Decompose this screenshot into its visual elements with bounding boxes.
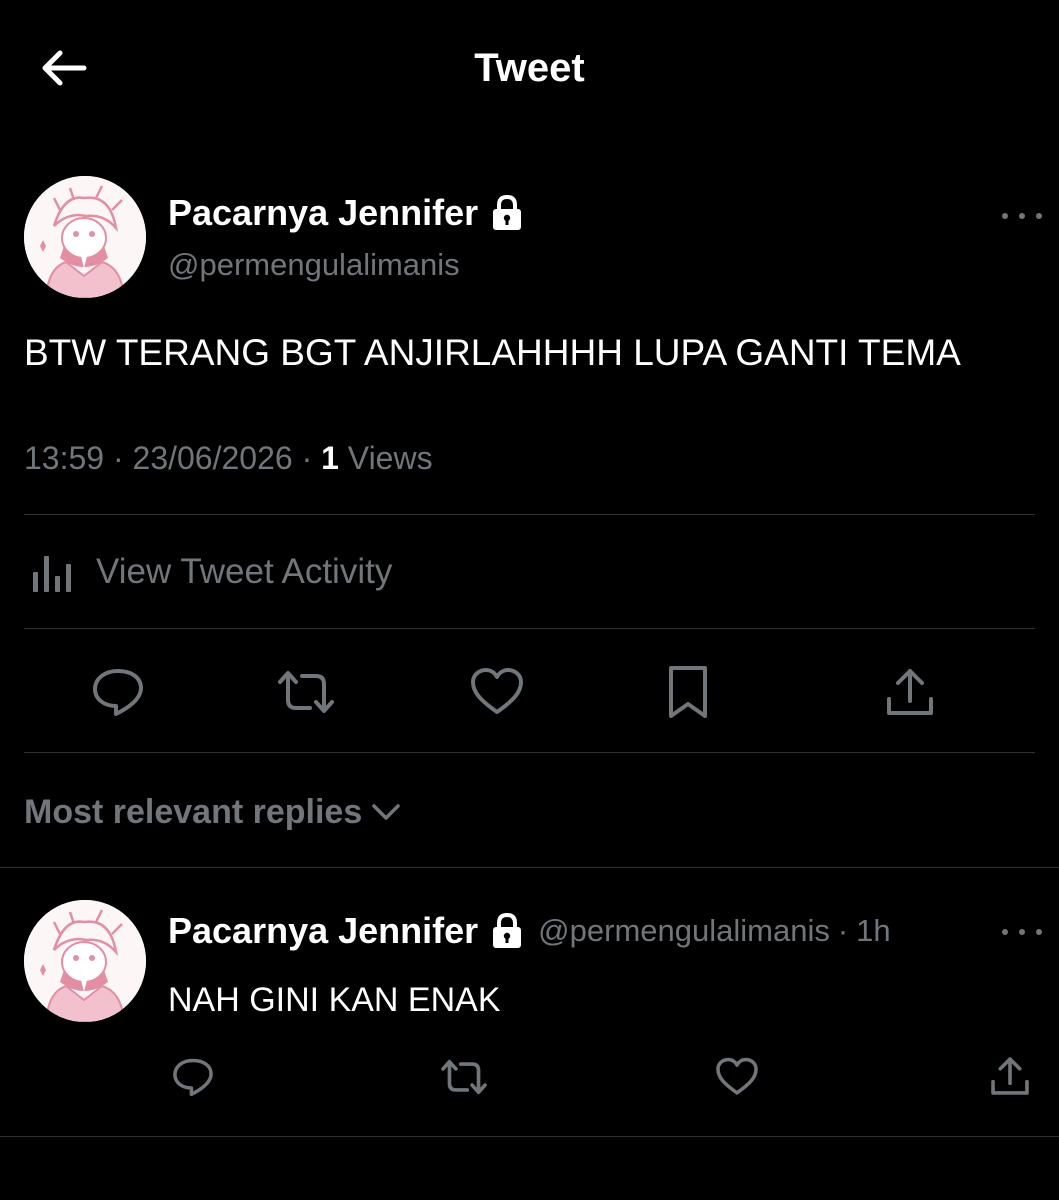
author-name[interactable]: Pacarnya Jennifer (168, 190, 478, 236)
meta-separator: · (112, 440, 133, 476)
reply-avatar[interactable] (24, 900, 146, 1022)
avatar-image (24, 176, 146, 298)
dot (1002, 213, 1008, 219)
bookmark-button[interactable] (660, 662, 716, 722)
reply-icon (93, 669, 143, 716)
views-label: Views (347, 440, 433, 476)
chevron-down-icon (372, 804, 400, 820)
views-count: 1 (321, 440, 339, 476)
reply-more-options-button[interactable] (1002, 922, 1042, 942)
tweet-date[interactable]: 23/06/2026 (133, 440, 293, 476)
reply-time[interactable]: 1h (856, 908, 890, 954)
like-icon (716, 1057, 758, 1095)
reply-author-name[interactable]: Pacarnya Jennifer (168, 908, 478, 954)
meta-separator: · (837, 913, 849, 948)
retweet-icon (278, 671, 334, 713)
tweet-meta: 13:59 · 23/06/2026 · 1 Views (24, 438, 433, 478)
reply-like-button[interactable] (712, 1054, 762, 1100)
page-title: Tweet (474, 46, 585, 90)
divider (24, 628, 1035, 629)
divider (0, 1136, 1059, 1137)
share-icon (991, 1057, 1029, 1095)
author-name-row: Pacarnya Jennifer (168, 190, 524, 236)
replies-sort-dropdown[interactable]: Most relevant replies (24, 790, 402, 834)
reply-header: Pacarnya Jennifer @permengulalimanis · 1… (168, 908, 891, 954)
more-options-button[interactable] (1002, 206, 1042, 226)
retweet-button[interactable] (274, 664, 338, 720)
like-icon (471, 668, 523, 714)
avatar[interactable] (24, 176, 146, 298)
divider (0, 867, 1059, 868)
bookmark-icon (669, 666, 707, 718)
reply-text: NAH GINI KAN ENAK (168, 981, 501, 1019)
share-icon (887, 669, 933, 715)
meta-separator: · (301, 440, 322, 476)
dot (1036, 213, 1042, 219)
reply-icon (173, 1058, 213, 1097)
sort-label: Most relevant replies (24, 793, 363, 831)
reply-reply-button[interactable] (168, 1054, 218, 1100)
reply-share-button[interactable] (986, 1052, 1034, 1100)
like-button[interactable] (466, 664, 528, 720)
lock-icon (493, 912, 522, 948)
view-tweet-activity-link[interactable]: View Tweet Activity (30, 548, 392, 596)
divider (24, 514, 1035, 515)
analytics-icon (33, 556, 71, 592)
reply-retweet-button[interactable] (436, 1054, 492, 1100)
activity-label: View Tweet Activity (96, 552, 393, 591)
reply-button[interactable] (88, 664, 148, 720)
lock-icon (493, 194, 522, 230)
dot (1019, 213, 1025, 219)
divider (24, 752, 1035, 753)
dot (1002, 929, 1008, 935)
tweet-time[interactable]: 13:59 (24, 440, 104, 476)
share-button[interactable] (880, 664, 940, 720)
reply-author-handle[interactable]: @permengulalimanis (538, 908, 830, 954)
retweet-icon (441, 1059, 487, 1095)
dot (1019, 929, 1025, 935)
author-handle[interactable]: @permengulalimanis (168, 245, 460, 285)
tweet-text: BTW TERANG BGT ANJIRLAHHHH LUPA GANTI TE… (24, 332, 961, 373)
avatar-image (24, 900, 146, 1022)
dot (1036, 929, 1042, 935)
